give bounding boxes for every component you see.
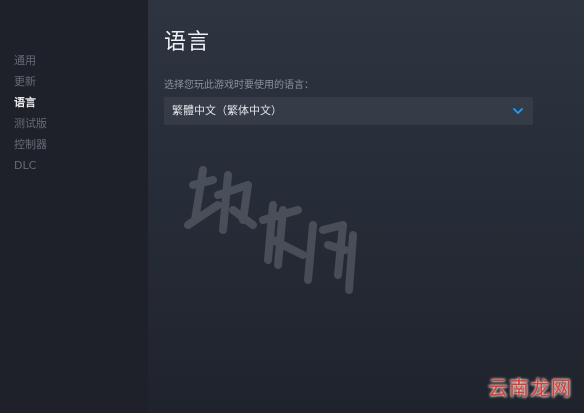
language-field-label: 选择您玩此游戏时要使用的语言： bbox=[164, 80, 314, 91]
page-title: 语言 bbox=[164, 30, 211, 55]
sidebar-item-controller[interactable]: 控制器 bbox=[0, 134, 148, 155]
language-select-value: 繁體中文（繁体中文） bbox=[172, 104, 282, 117]
site-watermark-logo bbox=[184, 166, 357, 294]
sidebar-item-dlc[interactable]: DLC bbox=[0, 155, 148, 176]
language-select[interactable]: 繁體中文（繁体中文） bbox=[164, 97, 533, 125]
settings-sidebar: 通用 更新 语言 测试版 控制器 DLC bbox=[0, 0, 148, 413]
sidebar-item-updates[interactable]: 更新 bbox=[0, 71, 148, 92]
game-properties-window: 通用 更新 语言 测试版 控制器 DLC 语言 选择您玩此游戏时要使用的语言： … bbox=[0, 0, 584, 413]
sidebar-item-general[interactable]: 通用 bbox=[0, 50, 148, 71]
language-settings-panel: 语言 选择您玩此游戏时要使用的语言： 繁體中文（繁体中文） 云南龙网 bbox=[148, 0, 584, 413]
sidebar-item-betas[interactable]: 测试版 bbox=[0, 113, 148, 134]
site-mark-text: 云南龙网 bbox=[488, 376, 572, 400]
chevron-down-icon bbox=[513, 108, 523, 114]
sidebar-item-language[interactable]: 语言 bbox=[0, 92, 148, 113]
